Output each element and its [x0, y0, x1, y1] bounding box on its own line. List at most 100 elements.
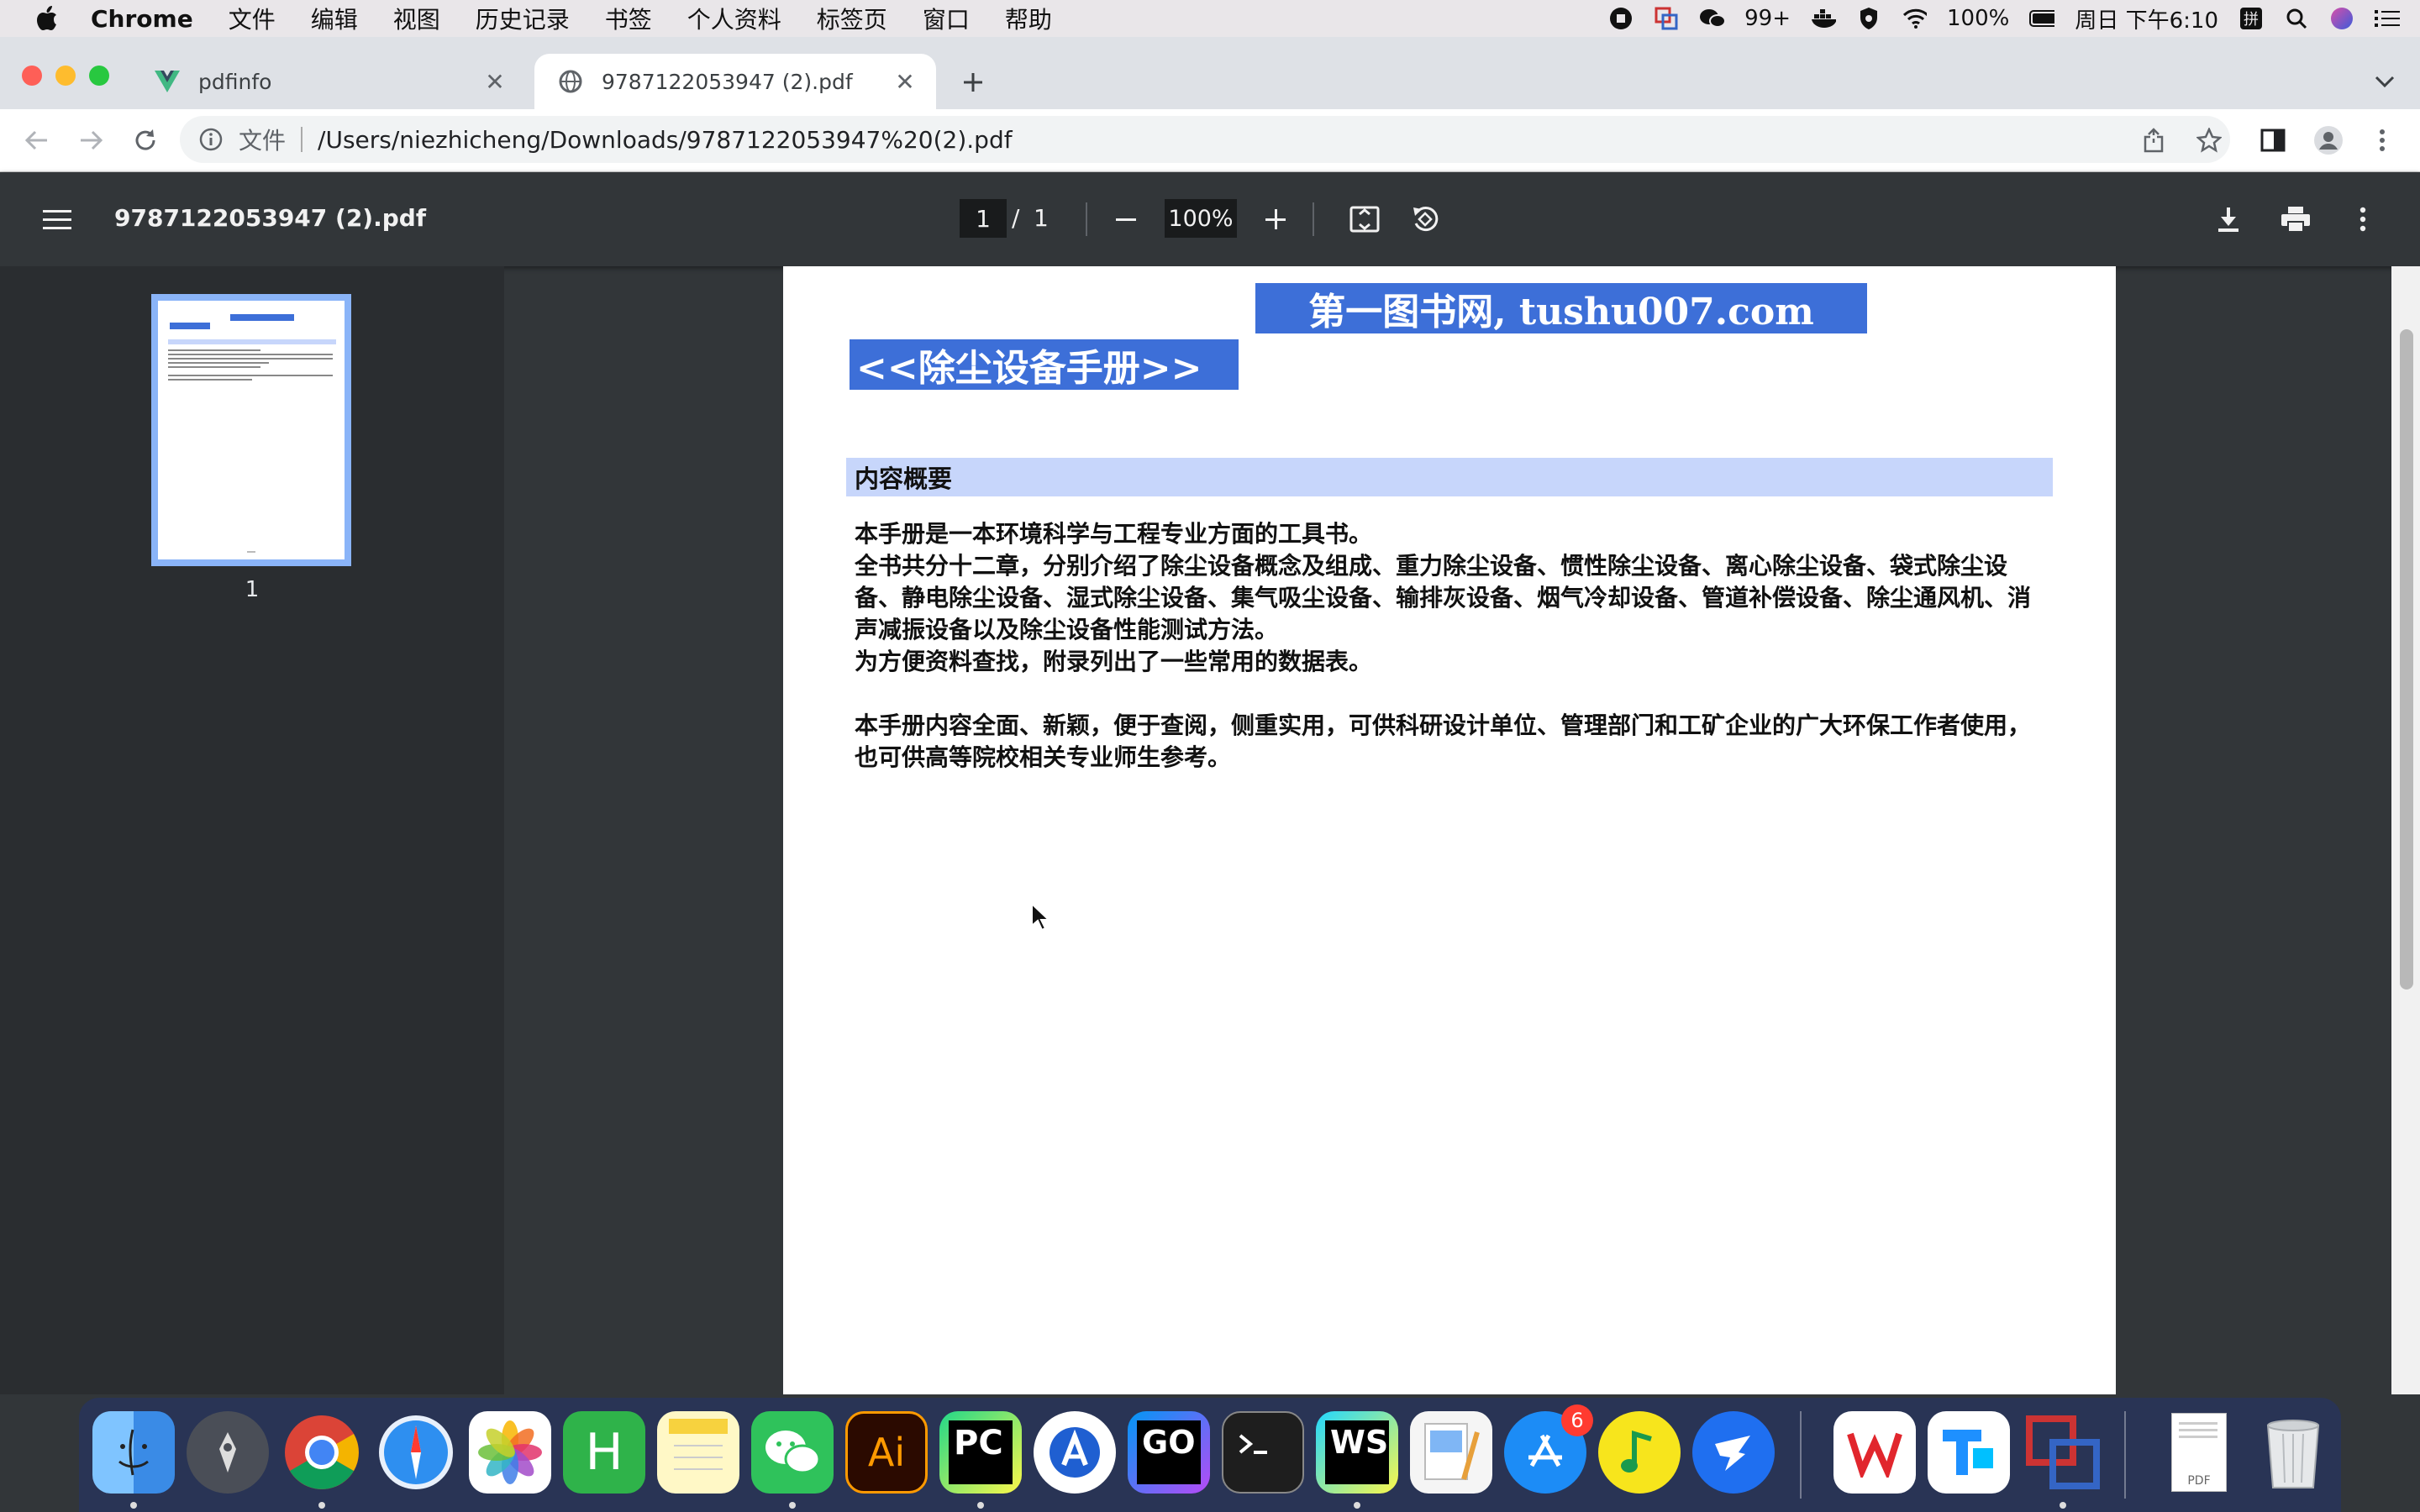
pycharm-label: PC: [949, 1420, 1013, 1484]
dock-divider: [1800, 1411, 1802, 1499]
webstorm-icon[interactable]: WS: [1316, 1411, 1398, 1494]
siri-icon[interactable]: [2329, 6, 2354, 31]
goland-icon[interactable]: GO: [1128, 1411, 1210, 1494]
dingtalk-icon[interactable]: [1692, 1411, 1775, 1494]
wps-icon[interactable]: [1833, 1411, 1916, 1494]
safari-icon[interactable]: [375, 1411, 457, 1494]
record-icon[interactable]: [1608, 6, 1634, 31]
photos-icon[interactable]: [469, 1411, 551, 1494]
omnibox[interactable]: 文件 /Users/niezhicheng/Downloads/97871220…: [180, 116, 2230, 163]
menu-app-name[interactable]: Chrome: [91, 5, 193, 33]
menu-edit[interactable]: 编辑: [311, 2, 358, 35]
tab-pdf[interactable]: 9787122053947 (2).pdf ✕: [534, 54, 936, 109]
macos-menubar: Chrome 文件 编辑 视图 历史记录 书签 个人资料 标签页 窗口 帮助 9…: [0, 0, 2420, 37]
menubar-clock[interactable]: 周日 下午6:10: [2075, 3, 2218, 34]
zoom-in-button[interactable]: [1257, 201, 1294, 238]
chrome-menu-icon[interactable]: [2365, 123, 2400, 158]
site-banner: 第一图书网, tushu007.com: [1255, 283, 1867, 333]
terminal-icon[interactable]: [1222, 1411, 1304, 1494]
wifi-icon[interactable]: [1902, 6, 1927, 31]
window-zoom-button[interactable]: [89, 66, 109, 86]
menu-tab[interactable]: 标签页: [817, 2, 887, 35]
scrollbar-thumb[interactable]: [2400, 329, 2413, 990]
music-app-icon[interactable]: [1598, 1411, 1681, 1494]
zoom-level-input[interactable]: 100%: [1165, 199, 1237, 238]
chrome-app-icon[interactable]: [281, 1411, 363, 1494]
download-icon[interactable]: [2210, 201, 2247, 238]
apple-logo-icon[interactable]: [34, 5, 60, 32]
finder-icon[interactable]: [92, 1411, 175, 1494]
pdf-filename: 9787122053947 (2).pdf: [114, 204, 426, 232]
app-store-badge: 6: [1561, 1404, 1593, 1436]
reload-button[interactable]: [128, 123, 163, 158]
back-button[interactable]: [18, 123, 54, 158]
docker-icon[interactable]: [1811, 6, 1836, 31]
section-heading: 内容概要: [846, 458, 2053, 496]
share-icon[interactable]: [2136, 123, 2171, 158]
menu-bookmarks[interactable]: 书签: [605, 2, 652, 35]
menu-window[interactable]: 窗口: [923, 2, 970, 35]
window-minimize-button[interactable]: [55, 66, 76, 86]
control-center-icon[interactable]: [2375, 6, 2400, 31]
window-close-button[interactable]: [22, 66, 42, 86]
more-options-icon[interactable]: [2344, 201, 2381, 238]
hbuilder-icon[interactable]: H: [563, 1411, 645, 1494]
instruments-icon[interactable]: [1034, 1411, 1116, 1494]
wechat-status-icon[interactable]: [1699, 6, 1725, 31]
running-indicator: [318, 1502, 325, 1509]
app-store-icon[interactable]: 6: [1504, 1404, 1593, 1494]
trash-icon[interactable]: [2252, 1411, 2334, 1494]
info-icon[interactable]: [198, 127, 224, 152]
rotate-icon[interactable]: [1407, 201, 1444, 238]
thumbnail-page-number: 1: [245, 577, 260, 602]
spotlight-search-icon[interactable]: [2284, 6, 2309, 31]
parallels-status-icon[interactable]: [1654, 6, 1679, 31]
wechat-app-icon[interactable]: [751, 1411, 834, 1494]
preview-icon[interactable]: [1410, 1411, 1492, 1494]
zoom-out-button[interactable]: [1107, 201, 1144, 238]
parallels-app-icon[interactable]: [2022, 1411, 2104, 1494]
illustrator-icon[interactable]: Ai: [845, 1411, 928, 1494]
running-indicator: [2060, 1502, 2066, 1509]
launchpad-icon[interactable]: [187, 1411, 269, 1494]
profile-avatar[interactable]: [2311, 123, 2346, 158]
bookmark-star-icon[interactable]: [2191, 123, 2227, 158]
pdf-file-icon[interactable]: PDF: [2158, 1411, 2240, 1494]
book-title-banner: <<除尘设备手册>>: [850, 339, 1239, 390]
menu-help[interactable]: 帮助: [1005, 2, 1052, 35]
toolbar-divider: [1086, 202, 1087, 236]
tab-close-icon[interactable]: ✕: [892, 68, 918, 96]
input-method-icon[interactable]: 拼: [2238, 6, 2264, 31]
teams-icon[interactable]: [1928, 1411, 2010, 1494]
running-indicator: [977, 1502, 984, 1509]
sidebar-toggle-menu-icon[interactable]: [39, 201, 76, 238]
menu-profiles[interactable]: 个人资料: [687, 2, 781, 35]
forward-arrow-icon: [81, 130, 103, 150]
fit-to-page-icon[interactable]: [1346, 201, 1383, 238]
battery-icon[interactable]: [2029, 6, 2055, 31]
summary-paragraph: 本手册是一本环境科学与工程专业方面的工具书。 全书共分十二章，分别介绍了除尘设备…: [855, 520, 2032, 675]
tab-pdfinfo[interactable]: pdfinfo ✕: [131, 54, 526, 109]
tab-search-chevron-icon[interactable]: [2366, 64, 2403, 101]
menu-history[interactable]: 历史记录: [476, 2, 570, 35]
page-number-input[interactable]: 1: [960, 199, 1007, 238]
pycharm-icon[interactable]: PC: [939, 1411, 1022, 1494]
battery-percent: 100%: [1947, 6, 2010, 31]
page-thumbnail[interactable]: [151, 294, 351, 566]
dock-divider: [2124, 1411, 2126, 1499]
forward-button[interactable]: [74, 123, 109, 158]
url-text[interactable]: /Users/niezhicheng/Downloads/97871220539…: [318, 126, 1013, 154]
menu-file[interactable]: 文件: [229, 2, 276, 35]
shield-icon[interactable]: [1856, 6, 1881, 31]
notes-icon[interactable]: [657, 1411, 739, 1494]
new-tab-button[interactable]: [955, 64, 992, 101]
tab-close-icon[interactable]: ✕: [482, 68, 508, 96]
toolbar-divider: [1313, 202, 1314, 236]
webstorm-label: WS: [1325, 1420, 1389, 1484]
globe-icon: [558, 69, 583, 94]
vue-logo-icon: [155, 69, 180, 94]
side-panel-icon[interactable]: [2255, 123, 2291, 158]
reload-icon: [135, 129, 155, 150]
menu-view[interactable]: 视图: [393, 2, 440, 35]
print-icon[interactable]: [2277, 201, 2314, 238]
